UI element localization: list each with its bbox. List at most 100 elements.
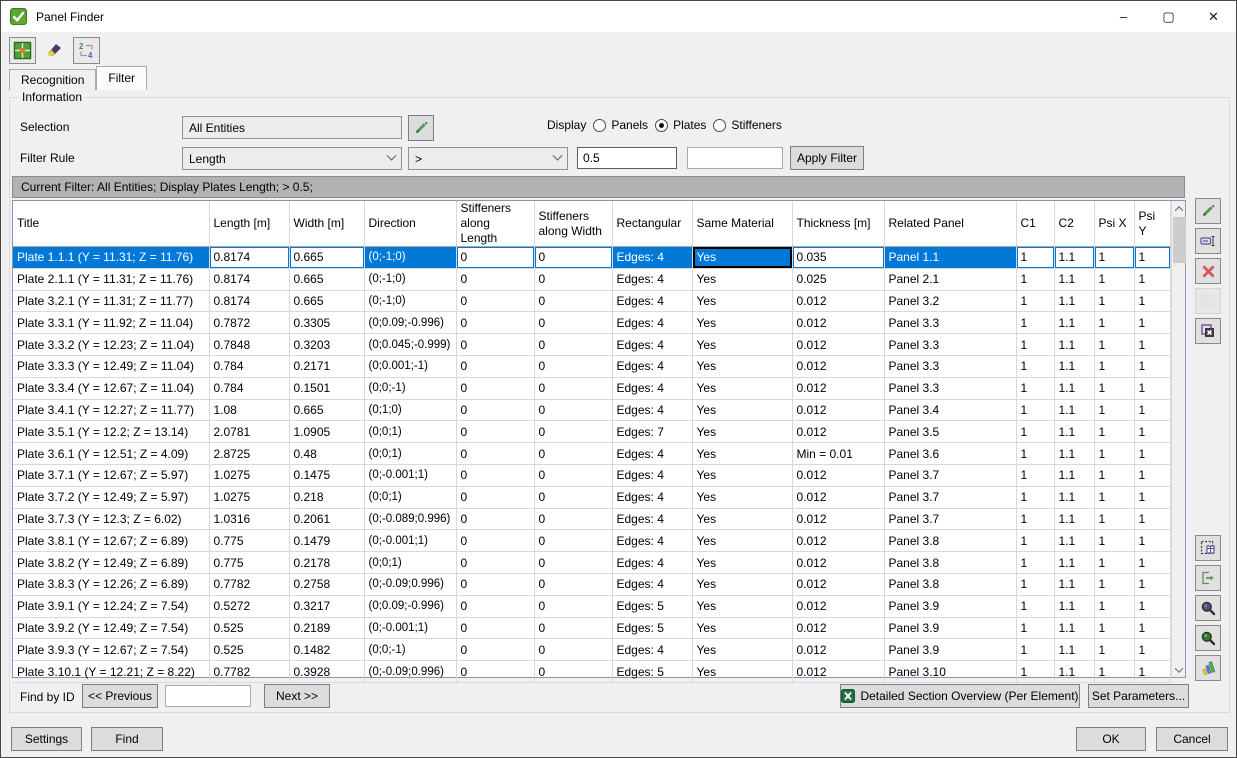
table-cell[interactable]: 0.2171 — [289, 355, 364, 377]
table-cell[interactable]: 1 — [1016, 595, 1054, 617]
column-header[interactable]: Psi X — [1094, 201, 1134, 247]
table-cell[interactable]: 0 — [456, 334, 534, 356]
table-cell[interactable]: 1 — [1016, 552, 1054, 574]
table-cell[interactable]: Plate 3.7.1 (Y = 12.67; Z = 5.97) — [13, 464, 209, 486]
table-cell[interactable]: Panel 2.1 — [884, 268, 1016, 290]
table-cell[interactable]: Yes — [692, 530, 792, 552]
column-header[interactable]: Length [m] — [209, 201, 289, 247]
table-cell[interactable]: Min = 0.01 — [792, 443, 884, 465]
table-cell[interactable]: 1 — [1016, 508, 1054, 530]
table-cell[interactable]: 1 — [1094, 421, 1134, 443]
table-cell[interactable]: 0.1482 — [289, 639, 364, 661]
tab-filter[interactable]: Filter — [96, 66, 147, 90]
table-cell[interactable]: 0.3305 — [289, 312, 364, 334]
close-button[interactable]: ✕ — [1191, 1, 1236, 32]
table-cell[interactable]: Edges: 4 — [612, 486, 692, 508]
table-cell[interactable]: 0.012 — [792, 530, 884, 552]
table-cell[interactable]: Panel 1.1 — [884, 247, 1016, 269]
table-cell[interactable]: 1.1 — [1054, 573, 1094, 595]
table-cell[interactable]: Yes — [692, 443, 792, 465]
table-cell[interactable]: 1 — [1094, 377, 1134, 399]
table-cell[interactable]: 1.1 — [1054, 443, 1094, 465]
table-cell[interactable]: 0.7848 — [209, 334, 289, 356]
table-row[interactable]: Plate 2.1.1 (Y = 11.31; Z = 11.76)0.8174… — [13, 268, 1170, 290]
table-cell[interactable]: 1 — [1094, 530, 1134, 552]
table-cell[interactable]: 1 — [1016, 290, 1054, 312]
column-header[interactable]: Title — [13, 201, 209, 247]
table-cell[interactable]: (0;0.09;-0.996) — [364, 595, 456, 617]
detailed-overview-button[interactable]: Detailed Section Overview (Per Element) — [840, 684, 1080, 708]
table-cell[interactable]: 1 — [1134, 377, 1170, 399]
table-cell[interactable]: (0;0;1) — [364, 486, 456, 508]
table-row[interactable]: Plate 3.2.1 (Y = 11.31; Z = 11.77)0.8174… — [13, 290, 1170, 312]
table-cell[interactable]: Panel 3.2 — [884, 290, 1016, 312]
table-cell[interactable]: Edges: 4 — [612, 443, 692, 465]
column-header[interactable]: C1 — [1016, 201, 1054, 247]
table-cell[interactable]: Plate 3.6.1 (Y = 12.51; Z = 4.09) — [13, 443, 209, 465]
table-row[interactable]: Plate 3.8.2 (Y = 12.49; Z = 6.89)0.7750.… — [13, 552, 1170, 574]
table-cell[interactable]: (0;-0.001;1) — [364, 464, 456, 486]
rule-field-select[interactable]: Length — [182, 147, 402, 170]
table-cell[interactable]: 0 — [456, 290, 534, 312]
ok-button[interactable]: OK — [1076, 727, 1146, 751]
table-cell[interactable]: 0.525 — [209, 617, 289, 639]
table-cell[interactable]: (0;0.09;-0.996) — [364, 312, 456, 334]
table-cell[interactable]: (0;-0.09;0.996) — [364, 573, 456, 595]
table-cell[interactable]: 1.0316 — [209, 508, 289, 530]
rule-operator-select[interactable]: > — [408, 147, 568, 170]
table-cell[interactable]: 0 — [534, 377, 612, 399]
radio-plates[interactable]: Plates — [655, 118, 706, 132]
table-cell[interactable]: Panel 3.3 — [884, 377, 1016, 399]
table-cell[interactable]: 0.2758 — [289, 573, 364, 595]
table-cell[interactable]: 0 — [534, 268, 612, 290]
table-row[interactable]: Plate 3.7.1 (Y = 12.67; Z = 5.97)1.02750… — [13, 464, 1170, 486]
table-cell[interactable]: 0.025 — [792, 268, 884, 290]
table-cell[interactable]: 1.1 — [1054, 268, 1094, 290]
table-cell[interactable]: 1.1 — [1054, 399, 1094, 421]
table-cell[interactable]: 1 — [1134, 334, 1170, 356]
table-cell[interactable]: 0 — [534, 486, 612, 508]
table-cell[interactable]: (0;0;-1) — [364, 377, 456, 399]
table-cell[interactable]: Plate 3.10.1 (Y = 12.21; Z = 8.22) — [13, 661, 209, 683]
table-cell[interactable]: 1 — [1134, 595, 1170, 617]
table-cell[interactable]: 1 — [1016, 377, 1054, 399]
table-cell[interactable]: Yes — [692, 486, 792, 508]
table-cell[interactable]: 0 — [456, 639, 534, 661]
table-cell[interactable]: 0.7872 — [209, 312, 289, 334]
table-cell[interactable]: 1 — [1016, 639, 1054, 661]
table-cell[interactable]: 0.5272 — [209, 595, 289, 617]
table-cell[interactable]: 1.1 — [1054, 595, 1094, 617]
table-cell[interactable]: 1 — [1094, 595, 1134, 617]
table-cell[interactable]: 2.8725 — [209, 443, 289, 465]
table-cell[interactable]: Plate 3.5.1 (Y = 12.2; Z = 13.14) — [13, 421, 209, 443]
table-cell[interactable]: 1 — [1016, 464, 1054, 486]
table-row[interactable]: Plate 3.7.2 (Y = 12.49; Z = 5.97)1.02750… — [13, 486, 1170, 508]
table-cell[interactable]: Plate 3.4.1 (Y = 12.27; Z = 11.77) — [13, 399, 209, 421]
table-cell[interactable]: 1 — [1094, 617, 1134, 639]
table-cell[interactable]: 0.2189 — [289, 617, 364, 639]
table-cell[interactable]: Panel 3.9 — [884, 617, 1016, 639]
table-cell[interactable]: Edges: 4 — [612, 573, 692, 595]
table-cell[interactable]: Plate 3.8.3 (Y = 12.26; Z = 6.89) — [13, 573, 209, 595]
table-cell[interactable]: Yes — [692, 639, 792, 661]
table-cell[interactable]: 1.0275 — [209, 486, 289, 508]
table-cell[interactable]: 1 — [1016, 486, 1054, 508]
table-cell[interactable]: 0 — [534, 617, 612, 639]
previous-button[interactable]: << Previous — [82, 684, 158, 708]
table-cell[interactable]: Edges: 5 — [612, 617, 692, 639]
table-cell[interactable]: 1 — [1134, 464, 1170, 486]
table-cell[interactable]: (0;0;1) — [364, 552, 456, 574]
table-cell[interactable]: 1 — [1094, 573, 1134, 595]
table-cell[interactable]: Plate 3.9.3 (Y = 12.67; Z = 7.54) — [13, 639, 209, 661]
table-cell[interactable]: 0.665 — [289, 399, 364, 421]
table-cell[interactable]: Panel 3.3 — [884, 334, 1016, 356]
table-cell[interactable]: 1 — [1134, 268, 1170, 290]
table-cell[interactable]: 1 — [1016, 247, 1054, 269]
table-cell[interactable]: 0.218 — [289, 486, 364, 508]
table-row[interactable]: Plate 3.9.1 (Y = 12.24; Z = 7.54)0.52720… — [13, 595, 1170, 617]
table-cell[interactable]: 1.0905 — [289, 421, 364, 443]
settings-button[interactable]: Settings — [11, 727, 82, 751]
table-cell[interactable]: 0.8174 — [209, 290, 289, 312]
export-panel-button[interactable] — [1195, 565, 1221, 591]
table-cell[interactable]: 0 — [534, 334, 612, 356]
